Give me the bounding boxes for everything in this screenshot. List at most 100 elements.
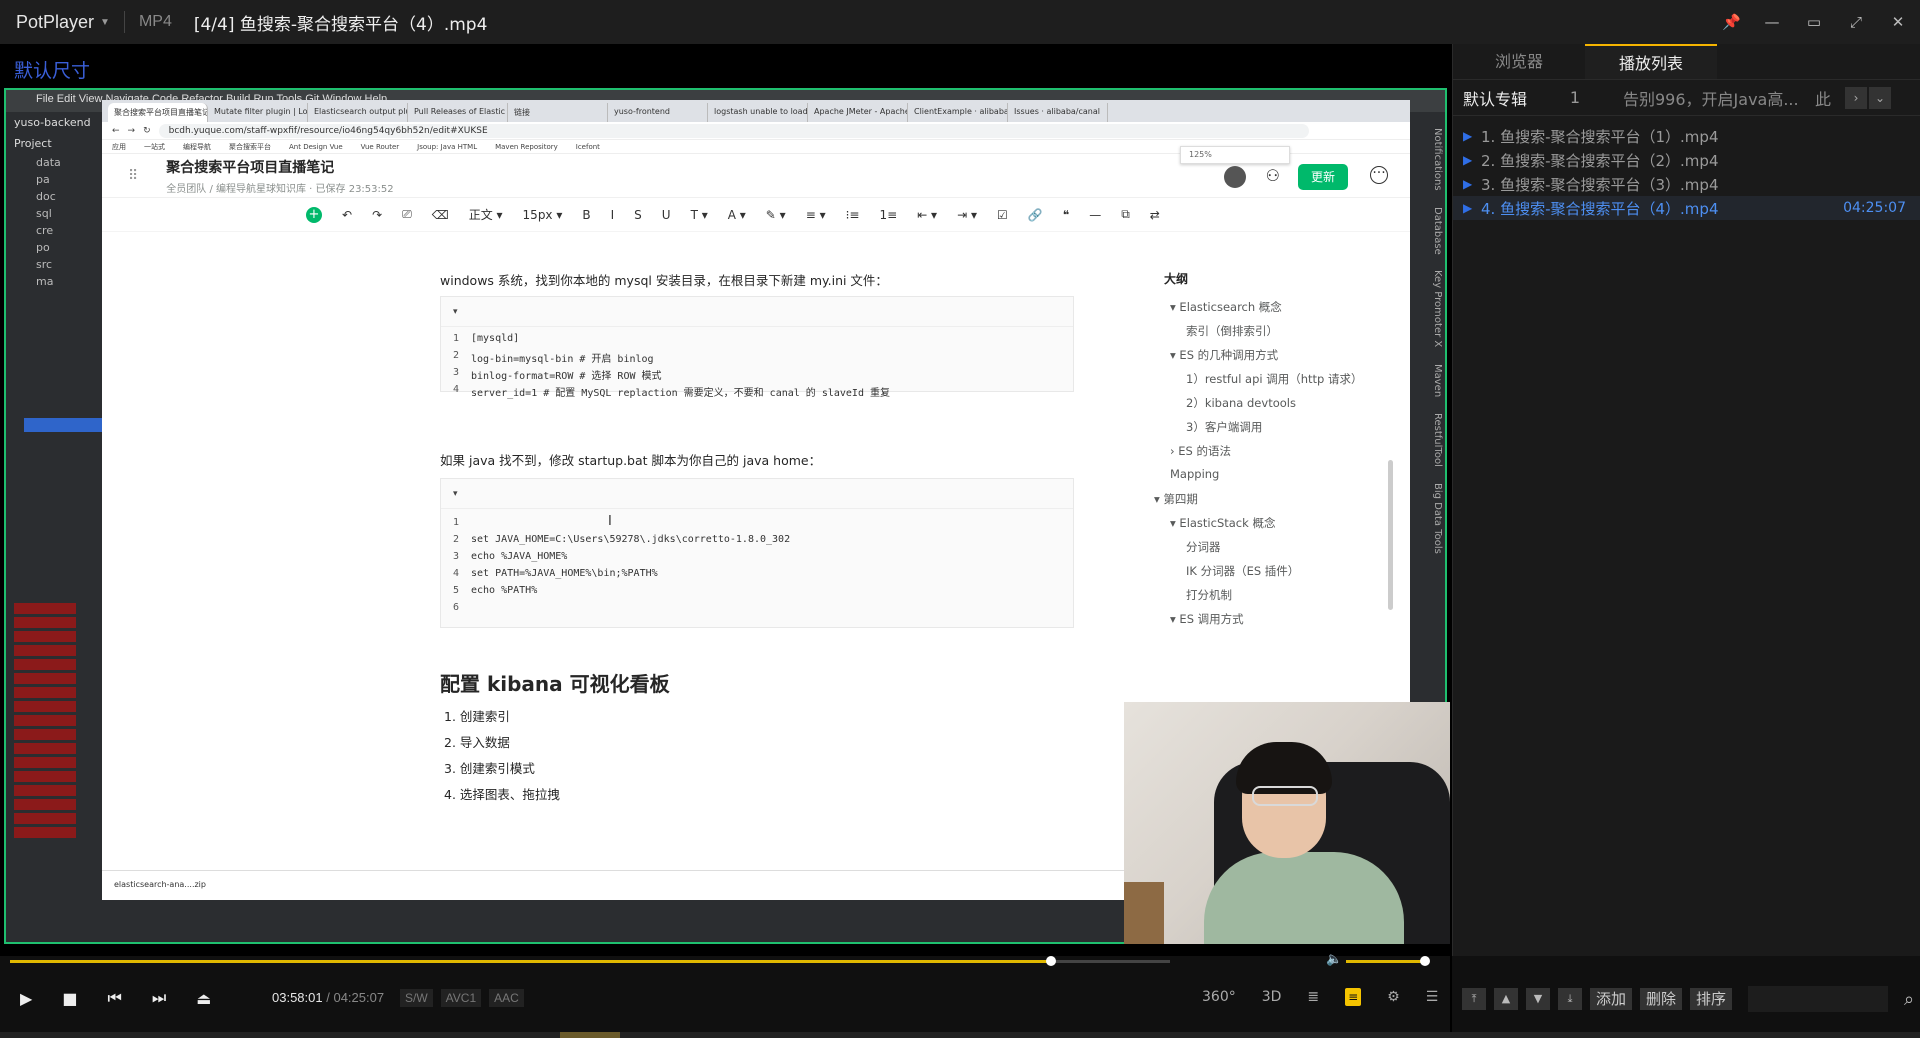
- volume-handle[interactable]: [1420, 956, 1430, 966]
- log-badge: [14, 659, 76, 670]
- bookmark: Ant Design Vue: [289, 142, 343, 151]
- album-next[interactable]: 告别996，开启Java高...: [1613, 86, 1803, 110]
- log-badge: [14, 645, 76, 656]
- play-icon[interactable]: ▶: [20, 989, 32, 1008]
- decoder-badge[interactable]: S/W: [400, 989, 433, 1007]
- playlist-search-input[interactable]: [1748, 986, 1889, 1012]
- doc-title: 聚合搜索平台项目直播笔记: [166, 159, 335, 176]
- play-icon: ▶: [1463, 129, 1473, 143]
- download-item: elasticsearch-ana....zip: [114, 880, 206, 889]
- search-icon[interactable]: ⌕: [1904, 989, 1914, 1010]
- player-controls: 🔈 ▶ ■ ⏮ ⏭ ⏏ 03:58:01 / 04:25:07 S/W AVC1…: [0, 952, 1450, 1038]
- browser-tab: Issues · alibaba/canal: [1008, 103, 1108, 122]
- previous-icon[interactable]: ⏮: [107, 988, 121, 1008]
- line-number: 2: [452, 534, 460, 545]
- current-time: 03:58:01: [272, 990, 323, 1005]
- tree-item: data: [36, 156, 61, 169]
- file-format: MP4: [138, 13, 172, 30]
- subtitle-icon[interactable]: ≡: [1345, 988, 1362, 1006]
- tab-browser[interactable]: 浏览器: [1453, 44, 1585, 79]
- chevron-right-icon[interactable]: ›: [1845, 86, 1867, 109]
- pin-icon[interactable]: 📌: [1722, 13, 1741, 31]
- add-button[interactable]: 添加: [1590, 988, 1633, 1010]
- move-bottom-icon[interactable]: ⤓: [1558, 988, 1582, 1010]
- volume-icon[interactable]: 🔈: [1326, 952, 1342, 967]
- chevron-down-icon: ▼: [100, 16, 110, 28]
- album-default[interactable]: 默认专辑: [1453, 86, 1537, 110]
- stop-icon[interactable]: ■: [62, 989, 77, 1008]
- app-menu-button[interactable]: PotPlayer ▼: [0, 12, 110, 33]
- bookmark: 一站式: [144, 142, 165, 151]
- right-control-buttons: 360° 3D ≣ ≡ ⚙ ☰: [1202, 988, 1438, 1006]
- tool-tab: Maven: [1432, 363, 1443, 397]
- log-badge: [14, 715, 76, 726]
- list-item: 3. 创建索引模式: [444, 761, 535, 776]
- playlist-item[interactable]: ▶ 1. 鱼搜索-聚合搜索平台（1）.mp4: [1453, 124, 1920, 148]
- album-index[interactable]: 1: [1537, 88, 1613, 107]
- person-body: [1204, 852, 1404, 944]
- chevron-down-icon[interactable]: ⌄: [1869, 86, 1891, 109]
- line-number: 3: [452, 367, 460, 378]
- vr360-button[interactable]: 360°: [1202, 989, 1236, 1005]
- code-line: 2 log-bin=mysql-bin # 开启 binlog: [441, 350, 1073, 367]
- line-number: 1: [452, 333, 460, 344]
- codec-badges: S/W AVC1 AAC: [400, 989, 524, 1007]
- add-user-icon: ⚇: [1265, 166, 1280, 185]
- link-icon: 🔗: [1027, 207, 1043, 222]
- code-line: 4 set PATH=%JAVA_HOME%\bin;%PATH%: [441, 568, 1073, 585]
- list-item: 1. 创建索引: [444, 709, 510, 724]
- sort-button[interactable]: 排序: [1690, 988, 1733, 1010]
- browser-tab: logstash unable to load: [708, 103, 808, 122]
- seek-bar[interactable]: [10, 956, 1170, 966]
- album-more[interactable]: 此: [1803, 86, 1843, 110]
- avatar: [1224, 166, 1246, 188]
- code-text: echo %JAVA_HOME%: [471, 551, 568, 562]
- code-line: 3 echo %JAVA_HOME%: [441, 551, 1073, 568]
- fullscreen-icon[interactable]: ⤢: [1848, 13, 1864, 31]
- bookmark: Icefont: [575, 142, 600, 151]
- minimize-icon[interactable]: —: [1764, 13, 1780, 31]
- menu-icon[interactable]: ☰: [1426, 989, 1439, 1005]
- code-block: ▾ 1 2 set JAVA_HOME=C:\Users\59278\.jdks\…: [440, 478, 1074, 628]
- code-text: set JAVA_HOME=C:\Users\59278\.jdks\corre…: [471, 534, 791, 545]
- video-area[interactable]: 默认尺寸 File Edit View Navigate Code Refact…: [0, 44, 1450, 956]
- tab-playlist[interactable]: 播放列表: [1585, 44, 1717, 79]
- audio-codec-badge[interactable]: AAC: [489, 989, 524, 1007]
- move-up-icon[interactable]: ▲: [1494, 988, 1518, 1010]
- seek-handle[interactable]: [1045, 956, 1056, 966]
- code-line: 3 binlog-format=ROW # 选择 ROW 模式: [441, 367, 1073, 384]
- text-style-icon: T ▾: [690, 207, 708, 222]
- default-size-label: 默认尺寸: [14, 60, 91, 82]
- playlist-search-icon[interactable]: ≣: [1307, 989, 1319, 1005]
- tool-tab: Database: [1432, 206, 1443, 255]
- outline-item: ▾ Elasticsearch 概念: [1170, 300, 1282, 314]
- bookmark: Maven Repository: [495, 142, 558, 151]
- highlight-icon: ✎ ▾: [765, 207, 786, 222]
- restore-icon[interactable]: ▭: [1806, 13, 1822, 31]
- code-text: log-bin=mysql-bin # 开启 binlog: [471, 354, 654, 365]
- close-icon[interactable]: ✕: [1890, 13, 1906, 31]
- log-badge: [14, 687, 76, 698]
- tree-item: cre: [36, 224, 54, 237]
- outline-item: ▾ ElasticStack 概念: [1170, 516, 1276, 530]
- eject-icon[interactable]: ⏏: [196, 989, 211, 1008]
- volume-slider[interactable]: [1346, 956, 1430, 966]
- playlist-item-current[interactable]: ▶ 4. 鱼搜索-聚合搜索平台（4）.mp4 04:25:07: [1453, 196, 1920, 220]
- move-top-icon[interactable]: ⤒: [1462, 988, 1486, 1010]
- address-bar: ← → ↻ bcdh.yuque.com/staff-wpxfif/resour…: [102, 122, 1410, 140]
- window-title: [4/4] 鱼搜索-聚合搜索平台（4）.mp4: [193, 14, 488, 35]
- playlist-item[interactable]: ▶ 3. 鱼搜索-聚合搜索平台（3）.mp4: [1453, 172, 1920, 196]
- playlist-item-duration: 04:25:07: [1843, 200, 1906, 216]
- delete-button[interactable]: 删除: [1640, 988, 1683, 1010]
- playlist-item[interactable]: ▶ 2. 鱼搜索-聚合搜索平台（2）.mp4: [1453, 148, 1920, 172]
- code-block: ▾ 1 [mysqld] 2 log-bin=mysql-bin # 开启 binl…: [440, 296, 1074, 399]
- video-codec-badge[interactable]: AVC1: [440, 989, 482, 1007]
- doc-breadcrumb: 全员团队 / 编程导航星球知识库 · 已保存 23:53:52: [166, 183, 394, 195]
- settings-icon[interactable]: ⚙: [1387, 989, 1400, 1005]
- next-icon[interactable]: ⏭: [152, 988, 166, 1008]
- move-down-icon[interactable]: ▼: [1526, 988, 1550, 1010]
- 3d-button[interactable]: 3D: [1262, 989, 1282, 1005]
- outline-item: 索引（倒排索引）: [1186, 324, 1278, 338]
- code-line: 2 set JAVA_HOME=C:\Users\59278\.jdks\corr…: [441, 534, 1073, 551]
- browser-tabs: 聚合搜索平台项目直播笔记 Mutate filter plugin | Lo E…: [102, 100, 1410, 122]
